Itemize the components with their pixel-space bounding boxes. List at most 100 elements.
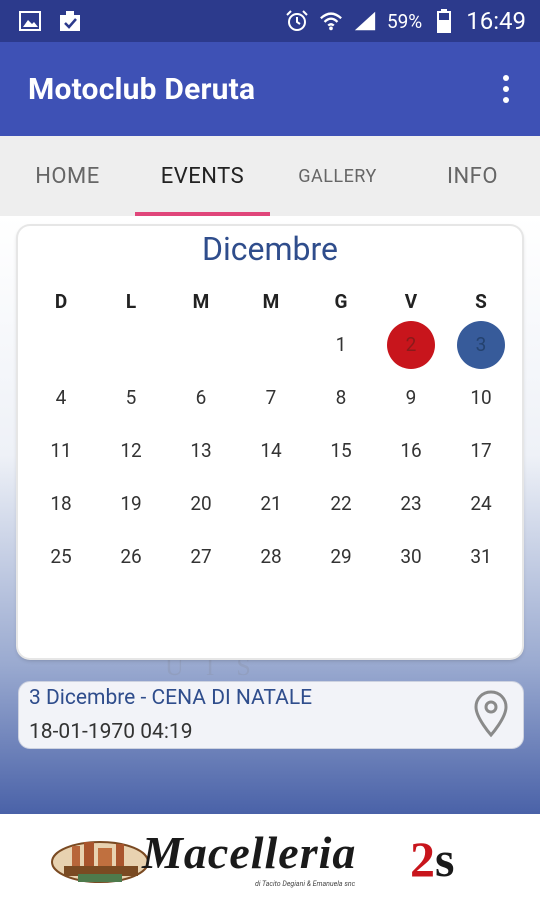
calendar-day[interactable]: 11 [26, 424, 96, 477]
app-bar: Motoclub Deruta [0, 42, 540, 136]
calendar-day[interactable]: 31 [446, 530, 516, 583]
calendar-day-number: 24 [470, 492, 492, 515]
calendar-day[interactable]: 6 [166, 371, 236, 424]
calendar-day-number: 14 [260, 439, 282, 462]
calendar-day[interactable]: 21 [236, 477, 306, 530]
calendar-day-event-marker: 3 [457, 320, 505, 369]
events-content: UIS Dicembre D L M M G V S 1 2 3 4 5 6 7 8 9 10 11 12 13 14 1… [0, 216, 540, 814]
calendar-day-number: 20 [190, 492, 212, 515]
battery-icon [432, 9, 456, 33]
calendar-day-number: 27 [190, 545, 212, 568]
calendar-day-number: 31 [470, 545, 492, 568]
calendar-day[interactable]: 12 [96, 424, 166, 477]
calendar-day[interactable]: 28 [236, 530, 306, 583]
calendar-day-number: 19 [120, 492, 142, 515]
calendar-day-number: 12 [120, 439, 142, 462]
calendar-day[interactable]: 14 [236, 424, 306, 477]
alarm-icon [285, 10, 309, 32]
calendar-day[interactable]: 20 [166, 477, 236, 530]
calendar-day[interactable]: 8 [306, 371, 376, 424]
calendar-day[interactable]: 9 [376, 371, 446, 424]
calendar-day-number: 30 [400, 545, 422, 568]
weekday-header: V [404, 289, 418, 313]
weekday-header: G [334, 289, 348, 313]
calendar-empty-cell [166, 318, 236, 371]
tab-info[interactable]: INFO [405, 136, 540, 216]
calendar-day-number: 17 [470, 439, 492, 462]
signal-icon [353, 10, 377, 32]
calendar-day[interactable]: 10 [446, 371, 516, 424]
calendar-day-event-marker: 2 [387, 320, 435, 369]
tab-bar: HOME EVENTS GALLERY INFO [0, 136, 540, 217]
calendar-day[interactable]: 24 [446, 477, 516, 530]
calendar-day-number: 11 [50, 439, 72, 462]
calendar-day[interactable]: 22 [306, 477, 376, 530]
tab-gallery[interactable]: GALLERY [270, 136, 405, 216]
overflow-menu-icon[interactable] [500, 75, 512, 103]
calendar-day[interactable]: 7 [236, 371, 306, 424]
calendar-day-number: 13 [190, 439, 212, 462]
weekday-header: M [262, 289, 280, 313]
calendar-day-number: 26 [120, 545, 142, 568]
app-title: Motoclub Deruta [28, 71, 256, 107]
sponsor-brand-2s: 2s [410, 831, 455, 887]
calendar-day-number: 16 [400, 439, 422, 462]
status-bar: 59% 16:49 [0, 0, 540, 42]
weekday-header: L [125, 289, 137, 313]
location-pin-icon[interactable] [473, 690, 509, 738]
calendar-day[interactable]: 18 [26, 477, 96, 530]
calendar-day[interactable]: 5 [96, 371, 166, 424]
wifi-icon [319, 10, 343, 32]
sponsor-brand: Macelleria [142, 827, 357, 878]
clipboard-check-icon [58, 10, 82, 32]
calendar-day-number: 15 [330, 439, 352, 462]
calendar-day-number: 6 [195, 386, 207, 409]
tab-home[interactable]: HOME [0, 136, 135, 216]
calendar-empty-cell [96, 318, 166, 371]
tab-events[interactable]: EVENTS [135, 136, 270, 216]
calendar-day-number: 7 [265, 386, 277, 409]
calendar-day[interactable]: 30 [376, 530, 446, 583]
calendar-day-number: 25 [50, 545, 72, 568]
calendar: Dicembre D L M M G V S 1 2 3 4 5 6 7 8 9 10 11 12 13 14 15 16 1… [18, 226, 522, 658]
calendar-day-number: 5 [125, 386, 137, 409]
calendar-day-number: 4 [55, 386, 67, 409]
calendar-day[interactable]: 26 [96, 530, 166, 583]
calendar-grid: D L M M G V S 1 2 3 4 5 6 7 8 9 10 11 12 13 14 15 16 17 18 19 20 21… [26, 284, 514, 583]
calendar-day-number: 28 [260, 545, 282, 568]
calendar-day-number: 18 [50, 492, 72, 515]
calendar-day-number: 8 [335, 386, 347, 409]
calendar-day[interactable]: 1 [306, 318, 376, 371]
gallery-notification-icon [18, 10, 42, 32]
event-card[interactable]: 3 Dicembre - CENA DI NATALE 18-01-1970 0… [18, 681, 524, 749]
calendar-day[interactable]: 16 [376, 424, 446, 477]
calendar-day-number: 10 [470, 386, 492, 409]
calendar-day-number: 1 [335, 333, 347, 356]
calendar-day-number: 21 [260, 492, 282, 515]
clock: 16:49 [466, 7, 526, 35]
sponsor-logo: Macelleria 2s di Tacito Degiani & Emanue… [50, 822, 490, 892]
calendar-day[interactable]: 23 [376, 477, 446, 530]
calendar-day[interactable]: 17 [446, 424, 516, 477]
calendar-day-number: 29 [330, 545, 352, 568]
calendar-day[interactable]: 19 [96, 477, 166, 530]
calendar-day[interactable]: 27 [166, 530, 236, 583]
calendar-empty-cell [26, 318, 96, 371]
weekday-header: S [475, 289, 487, 313]
calendar-day[interactable]: 4 [26, 371, 96, 424]
calendar-day[interactable]: 3 [446, 318, 516, 371]
calendar-day[interactable]: 15 [306, 424, 376, 477]
weekday-header: D [54, 289, 68, 313]
weekday-header: M [192, 289, 210, 313]
calendar-day[interactable]: 29 [306, 530, 376, 583]
calendar-empty-cell [236, 318, 306, 371]
sponsor-tagline: di Tacito Degiani & Emanuela snc [255, 880, 356, 888]
calendar-day[interactable]: 25 [26, 530, 96, 583]
calendar-month-title: Dicembre [201, 230, 339, 268]
calendar-day[interactable]: 2 [376, 318, 446, 371]
calendar-day[interactable]: 13 [166, 424, 236, 477]
calendar-day-number: 23 [400, 492, 422, 515]
sponsor-banner[interactable]: Macelleria 2s di Tacito Degiani & Emanue… [0, 814, 540, 900]
event-title: 3 Dicembre - CENA DI NATALE [29, 686, 313, 710]
calendar-day-number: 22 [330, 492, 352, 515]
